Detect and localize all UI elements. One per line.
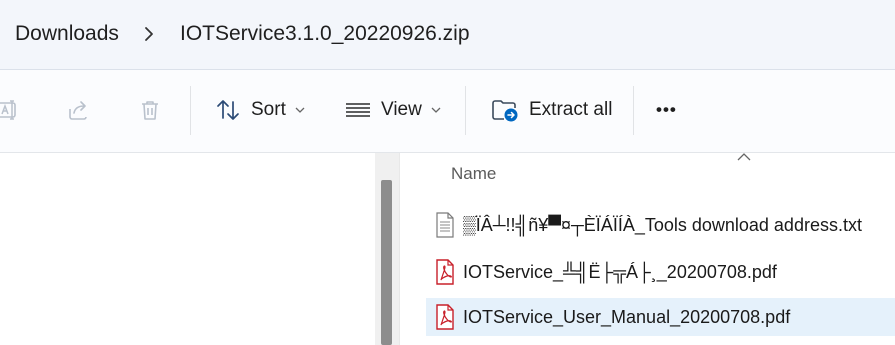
chevron-down-icon	[295, 107, 305, 113]
pane-divider[interactable]	[399, 153, 400, 345]
chevron-right-icon[interactable]	[142, 22, 156, 46]
column-header-name[interactable]: Name	[451, 164, 496, 184]
file-name: IOTService_╩╣Ë├╦Á├¸_20200708.pdf	[463, 261, 777, 282]
toolbar-separator	[633, 86, 634, 135]
nav-scrollbar-thumb[interactable]	[381, 180, 392, 345]
extract-all-button[interactable]: Extract all	[491, 88, 612, 132]
sort-ascending-chevron-icon	[737, 153, 751, 161]
text-file-icon	[436, 212, 454, 238]
file-row-pdf[interactable]: IOTService_╩╣Ë├╦Á├¸_20200708.pdf	[426, 253, 895, 291]
rename-button[interactable]	[0, 88, 20, 132]
file-row-txt[interactable]: ▒ÏÂ┴!!╣ñ¥▀¤┬ÈÏÁÏÍÀ_Tools download addres…	[426, 206, 895, 244]
share-button[interactable]	[66, 88, 92, 132]
view-list-icon	[346, 103, 370, 117]
file-row-pdf-selected[interactable]: IOTService_User_Manual_20200708.pdf	[426, 298, 895, 336]
pdf-file-icon	[436, 259, 454, 285]
file-name: ▒ÏÂ┴!!╣ñ¥▀¤┬ÈÏÁÏÍÀ_Tools download addres…	[463, 214, 862, 235]
more-options-icon: •••	[656, 100, 677, 119]
address-bar: Downloads IOTService3.1.0_20220926.zip	[0, 0, 895, 70]
breadcrumb-zip-folder[interactable]: IOTService3.1.0_20220926.zip	[180, 22, 470, 46]
navigation-pane	[0, 153, 375, 345]
extract-all-label: Extract all	[529, 99, 613, 120]
toolbar-separator	[190, 86, 191, 135]
rename-icon	[0, 100, 16, 120]
share-icon	[69, 101, 87, 120]
trash-icon	[142, 101, 158, 120]
more-options-button[interactable]: •••	[656, 88, 677, 132]
view-label: View	[381, 99, 422, 120]
delete-button[interactable]	[137, 88, 163, 132]
breadcrumb-downloads[interactable]: Downloads	[15, 22, 119, 46]
extract-folder-icon	[492, 100, 518, 122]
pdf-file-icon	[436, 304, 454, 330]
file-name: IOTService_User_Manual_20200708.pdf	[463, 306, 791, 327]
sort-button[interactable]: Sort	[215, 88, 305, 132]
view-button[interactable]: View	[345, 88, 441, 132]
toolbar-separator	[465, 86, 466, 135]
chevron-down-icon	[431, 107, 441, 113]
sort-icon	[217, 100, 239, 120]
command-bar: Sort View Extract all •••	[0, 70, 895, 153]
sort-label: Sort	[251, 99, 286, 120]
